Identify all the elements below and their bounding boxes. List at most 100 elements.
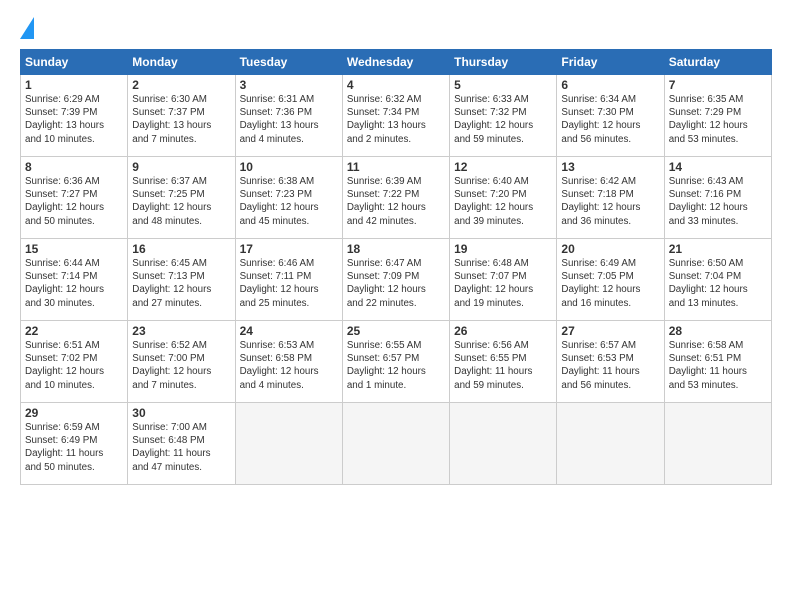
day-number: 10 [240,160,338,174]
day-number: 13 [561,160,659,174]
day-number: 19 [454,242,552,256]
day-info: Sunrise: 6:59 AMSunset: 6:49 PMDaylight:… [25,421,123,474]
day-info: Sunrise: 6:50 AMSunset: 7:04 PMDaylight:… [669,257,767,310]
day-cell: 13Sunrise: 6:42 AMSunset: 7:18 PMDayligh… [557,157,664,239]
day-cell: 21Sunrise: 6:50 AMSunset: 7:04 PMDayligh… [664,239,771,321]
day-cell: 12Sunrise: 6:40 AMSunset: 7:20 PMDayligh… [450,157,557,239]
day-info: Sunrise: 6:42 AMSunset: 7:18 PMDaylight:… [561,175,659,228]
day-number: 23 [132,324,230,338]
day-cell: 5Sunrise: 6:33 AMSunset: 7:32 PMDaylight… [450,75,557,157]
col-header-friday: Friday [557,50,664,75]
day-number: 5 [454,78,552,92]
day-cell [235,403,342,485]
day-cell [664,403,771,485]
day-number: 18 [347,242,445,256]
day-cell: 19Sunrise: 6:48 AMSunset: 7:07 PMDayligh… [450,239,557,321]
day-number: 30 [132,406,230,420]
day-info: Sunrise: 6:31 AMSunset: 7:36 PMDaylight:… [240,93,338,146]
day-number: 24 [240,324,338,338]
day-info: Sunrise: 6:51 AMSunset: 7:02 PMDaylight:… [25,339,123,392]
day-cell: 16Sunrise: 6:45 AMSunset: 7:13 PMDayligh… [128,239,235,321]
day-info: Sunrise: 6:48 AMSunset: 7:07 PMDaylight:… [454,257,552,310]
day-number: 22 [25,324,123,338]
page: SundayMondayTuesdayWednesdayThursdayFrid… [0,0,792,612]
col-header-sunday: Sunday [21,50,128,75]
day-info: Sunrise: 6:46 AMSunset: 7:11 PMDaylight:… [240,257,338,310]
day-number: 28 [669,324,767,338]
day-cell [342,403,449,485]
col-header-tuesday: Tuesday [235,50,342,75]
day-number: 7 [669,78,767,92]
day-number: 25 [347,324,445,338]
week-row-3: 15Sunrise: 6:44 AMSunset: 7:14 PMDayligh… [21,239,772,321]
day-number: 2 [132,78,230,92]
day-cell: 14Sunrise: 6:43 AMSunset: 7:16 PMDayligh… [664,157,771,239]
week-row-4: 22Sunrise: 6:51 AMSunset: 7:02 PMDayligh… [21,321,772,403]
day-info: Sunrise: 6:37 AMSunset: 7:25 PMDaylight:… [132,175,230,228]
calendar-body: 1Sunrise: 6:29 AMSunset: 7:39 PMDaylight… [21,75,772,485]
day-cell [557,403,664,485]
day-cell: 11Sunrise: 6:39 AMSunset: 7:22 PMDayligh… [342,157,449,239]
day-number: 14 [669,160,767,174]
day-cell: 6Sunrise: 6:34 AMSunset: 7:30 PMDaylight… [557,75,664,157]
col-header-monday: Monday [128,50,235,75]
day-number: 9 [132,160,230,174]
day-cell: 8Sunrise: 6:36 AMSunset: 7:27 PMDaylight… [21,157,128,239]
header-row: SundayMondayTuesdayWednesdayThursdayFrid… [21,50,772,75]
week-row-1: 1Sunrise: 6:29 AMSunset: 7:39 PMDaylight… [21,75,772,157]
day-number: 11 [347,160,445,174]
day-cell: 1Sunrise: 6:29 AMSunset: 7:39 PMDaylight… [21,75,128,157]
day-cell: 22Sunrise: 6:51 AMSunset: 7:02 PMDayligh… [21,321,128,403]
day-cell: 17Sunrise: 6:46 AMSunset: 7:11 PMDayligh… [235,239,342,321]
day-info: Sunrise: 6:38 AMSunset: 7:23 PMDaylight:… [240,175,338,228]
day-info: Sunrise: 6:56 AMSunset: 6:55 PMDaylight:… [454,339,552,392]
day-number: 16 [132,242,230,256]
day-cell: 7Sunrise: 6:35 AMSunset: 7:29 PMDaylight… [664,75,771,157]
day-cell: 28Sunrise: 6:58 AMSunset: 6:51 PMDayligh… [664,321,771,403]
day-info: Sunrise: 6:57 AMSunset: 6:53 PMDaylight:… [561,339,659,392]
day-info: Sunrise: 6:47 AMSunset: 7:09 PMDaylight:… [347,257,445,310]
day-number: 12 [454,160,552,174]
day-info: Sunrise: 6:44 AMSunset: 7:14 PMDaylight:… [25,257,123,310]
calendar-header: SundayMondayTuesdayWednesdayThursdayFrid… [21,50,772,75]
logo [20,15,36,39]
day-number: 3 [240,78,338,92]
col-header-thursday: Thursday [450,50,557,75]
day-cell: 18Sunrise: 6:47 AMSunset: 7:09 PMDayligh… [342,239,449,321]
calendar-table: SundayMondayTuesdayWednesdayThursdayFrid… [20,49,772,485]
day-cell [450,403,557,485]
day-cell: 26Sunrise: 6:56 AMSunset: 6:55 PMDayligh… [450,321,557,403]
day-cell: 29Sunrise: 6:59 AMSunset: 6:49 PMDayligh… [21,403,128,485]
day-info: Sunrise: 6:53 AMSunset: 6:58 PMDaylight:… [240,339,338,392]
day-cell: 20Sunrise: 6:49 AMSunset: 7:05 PMDayligh… [557,239,664,321]
day-info: Sunrise: 6:34 AMSunset: 7:30 PMDaylight:… [561,93,659,146]
col-header-saturday: Saturday [664,50,771,75]
day-info: Sunrise: 6:52 AMSunset: 7:00 PMDaylight:… [132,339,230,392]
day-info: Sunrise: 6:55 AMSunset: 6:57 PMDaylight:… [347,339,445,392]
day-cell: 3Sunrise: 6:31 AMSunset: 7:36 PMDaylight… [235,75,342,157]
day-number: 21 [669,242,767,256]
day-cell: 23Sunrise: 6:52 AMSunset: 7:00 PMDayligh… [128,321,235,403]
week-row-5: 29Sunrise: 6:59 AMSunset: 6:49 PMDayligh… [21,403,772,485]
day-number: 29 [25,406,123,420]
day-number: 1 [25,78,123,92]
day-cell: 10Sunrise: 6:38 AMSunset: 7:23 PMDayligh… [235,157,342,239]
day-cell: 9Sunrise: 6:37 AMSunset: 7:25 PMDaylight… [128,157,235,239]
day-cell: 27Sunrise: 6:57 AMSunset: 6:53 PMDayligh… [557,321,664,403]
day-info: Sunrise: 6:58 AMSunset: 6:51 PMDaylight:… [669,339,767,392]
day-info: Sunrise: 6:30 AMSunset: 7:37 PMDaylight:… [132,93,230,146]
day-info: Sunrise: 6:43 AMSunset: 7:16 PMDaylight:… [669,175,767,228]
day-info: Sunrise: 6:45 AMSunset: 7:13 PMDaylight:… [132,257,230,310]
day-cell: 30Sunrise: 7:00 AMSunset: 6:48 PMDayligh… [128,403,235,485]
day-info: Sunrise: 6:35 AMSunset: 7:29 PMDaylight:… [669,93,767,146]
col-header-wednesday: Wednesday [342,50,449,75]
day-info: Sunrise: 6:39 AMSunset: 7:22 PMDaylight:… [347,175,445,228]
day-cell: 24Sunrise: 6:53 AMSunset: 6:58 PMDayligh… [235,321,342,403]
day-number: 27 [561,324,659,338]
day-cell: 4Sunrise: 6:32 AMSunset: 7:34 PMDaylight… [342,75,449,157]
day-info: Sunrise: 6:36 AMSunset: 7:27 PMDaylight:… [25,175,123,228]
day-info: Sunrise: 6:33 AMSunset: 7:32 PMDaylight:… [454,93,552,146]
day-info: Sunrise: 7:00 AMSunset: 6:48 PMDaylight:… [132,421,230,474]
day-number: 17 [240,242,338,256]
day-info: Sunrise: 6:49 AMSunset: 7:05 PMDaylight:… [561,257,659,310]
